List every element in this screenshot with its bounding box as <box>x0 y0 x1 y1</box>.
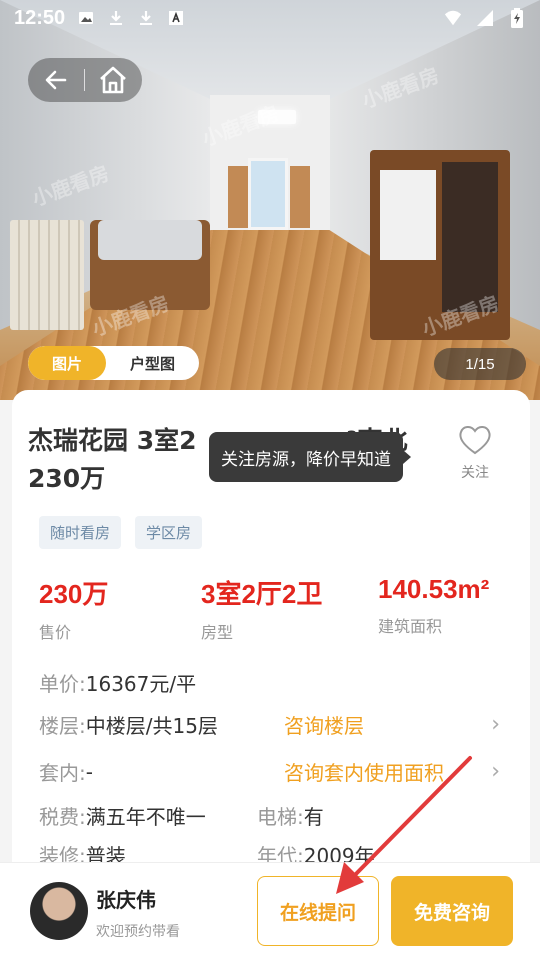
stat-area-value: 140.53m² <box>378 574 490 604</box>
consult-inner-text[interactable]: 咨询套内使用面积 <box>284 757 444 786</box>
title-line1: 杰瑞花园 3室2 <box>28 426 197 455</box>
home-icon <box>100 66 126 94</box>
photo-cabinet-panel <box>380 170 436 260</box>
stat-area: 140.53m² 建筑面积 <box>378 574 489 637</box>
download-icon <box>107 9 125 27</box>
agent-name: 张庆伟 <box>96 888 156 912</box>
stat-price: 230万 售价 <box>39 574 108 643</box>
row-floor: 楼层: 中楼层/共15层 <box>39 710 218 739</box>
top-nav <box>28 58 142 102</box>
listing-tags: 随时看房 学区房 <box>39 516 203 549</box>
stat-price-value: 230万 <box>39 579 109 609</box>
stat-layout-value: 3室2厅2卫 <box>201 579 323 609</box>
agent-avatar[interactable] <box>30 882 88 940</box>
inner-value: - <box>85 759 93 784</box>
floor-key: 楼层: <box>39 714 86 738</box>
unit-price-key: 单价: <box>39 672 86 696</box>
consult-floor-link[interactable]: 咨询楼层 <box>284 710 364 739</box>
photo-radiator <box>10 220 84 330</box>
home-button[interactable] <box>85 58 141 102</box>
unit-price-value: 16367元/平 <box>85 672 197 696</box>
stat-area-label: 建筑面积 <box>378 617 443 636</box>
elevator-value: 有 <box>303 805 324 829</box>
chevron-right-icon[interactable]: › <box>491 759 500 784</box>
status-time: 12:50 <box>14 6 66 29</box>
row-unit-price: 单价: 16367元/平 <box>39 668 196 697</box>
ask-online-button[interactable]: 在线提问 <box>257 876 379 946</box>
photo-door <box>290 166 310 228</box>
agent-subtitle: 欢迎预约带看 <box>96 924 180 940</box>
row-tax: 税费: 满五年不唯一 <box>39 801 206 830</box>
tag-anytime-viewing: 随时看房 <box>39 516 122 549</box>
row-elevator: 电梯: 有 <box>257 801 324 830</box>
photo-door <box>228 166 248 228</box>
battery-charging-icon <box>508 8 526 28</box>
wifi-icon <box>444 9 462 27</box>
signal-icon <box>476 9 494 27</box>
media-tabs: 图片 户型图 <box>28 346 200 380</box>
keyboard-icon <box>167 9 185 27</box>
chevron-right-icon[interactable]: › <box>491 712 500 737</box>
row-inner-area: 套内: - <box>39 757 93 786</box>
status-bar: 12:50 <box>0 0 540 36</box>
favorite-tooltip: 关注房源，降价早知道 <box>209 432 411 482</box>
inner-key: 套内: <box>39 761 86 785</box>
consult-floor-text[interactable]: 咨询楼层 <box>284 710 364 739</box>
consult-inner-link[interactable]: 咨询套内使用面积 <box>284 757 444 786</box>
back-arrow-icon <box>45 70 67 90</box>
favorite-label: 关注 <box>461 465 489 481</box>
stat-layout: 3室2厅2卫 房型 <box>201 574 322 643</box>
photo-sofa-cushion <box>98 220 202 260</box>
tab-floor-plan[interactable]: 户型图 <box>106 346 199 380</box>
tab-photos[interactable]: 图片 <box>28 346 107 380</box>
photo-window <box>248 158 288 230</box>
tax-key: 税费: <box>39 805 86 829</box>
stat-price-label: 售价 <box>39 623 72 642</box>
floor-value: 中楼层/共15层 <box>85 714 218 738</box>
heart-icon <box>459 426 491 455</box>
photo-counter: 1/15 <box>434 348 526 380</box>
favorite-button[interactable]: 关注 <box>452 424 498 482</box>
title-line2: 230万 <box>28 464 106 493</box>
back-button[interactable] <box>28 58 84 102</box>
download-icon <box>137 9 155 27</box>
tag-school-district: 学区房 <box>135 516 203 549</box>
tax-value: 满五年不唯一 <box>85 805 206 829</box>
image-icon <box>77 9 95 27</box>
free-consult-button[interactable]: 免费咨询 <box>391 876 513 946</box>
stat-layout-label: 房型 <box>201 623 234 642</box>
elevator-key: 电梯: <box>257 805 304 829</box>
